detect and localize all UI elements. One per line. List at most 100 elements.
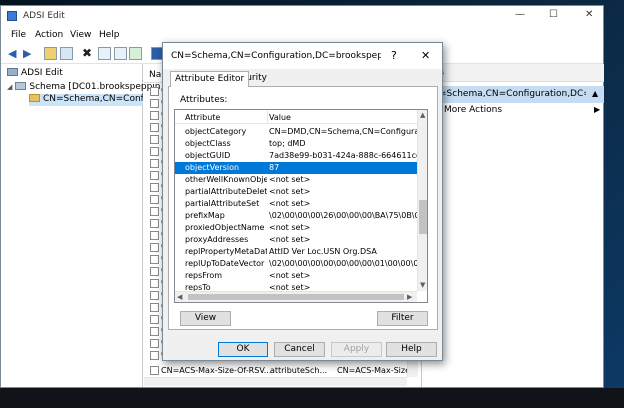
- class-icon: [150, 291, 159, 300]
- show-hide-tree-icon[interactable]: [60, 47, 73, 60]
- copy-icon[interactable]: [114, 47, 127, 60]
- column-divider[interactable]: [267, 110, 268, 124]
- attribute-name: objectGUID: [185, 151, 231, 160]
- dialog-close-button[interactable]: ✕: [421, 49, 430, 62]
- maximize-button[interactable]: ☐: [549, 9, 558, 20]
- window-title: ADSI Edit: [23, 11, 65, 21]
- attribute-name: partialAttributeSet: [185, 199, 260, 208]
- horizontal-scrollbar[interactable]: [144, 377, 407, 386]
- collapse-chevron-icon[interactable]: ◢: [7, 83, 12, 91]
- attribute-row[interactable]: partialAttributeSet <not set>: [175, 198, 417, 210]
- attribute-value: \02\00\00\00\26\00\00\00\BA\75\0B\00\: [269, 211, 417, 220]
- scroll-down-icon[interactable]: ▼: [420, 281, 425, 289]
- grid-horizontal-scrollbar[interactable]: ◀ ▶: [175, 291, 417, 302]
- filter-button[interactable]: Filter: [377, 311, 428, 326]
- attribute-row[interactable]: replPropertyMetaData AttID Ver Loc.USN Or…: [175, 246, 417, 258]
- attribute-value: 87: [269, 163, 280, 172]
- attribute-row[interactable]: partialAttributeDeletio...<not set>: [175, 186, 417, 198]
- attribute-row[interactable]: objectVersion 87: [175, 162, 417, 174]
- delete-icon[interactable]: ✖: [82, 46, 92, 60]
- schema-icon: [15, 82, 27, 90]
- attribute-value: <not set>: [269, 223, 311, 232]
- properties-dialog: CN=Schema,CN=Configuration,DC=brookspepp…: [162, 42, 443, 361]
- attribute-name: objectCategory: [185, 127, 247, 136]
- attribute-name: otherWellKnownObje...: [185, 175, 267, 184]
- view-button[interactable]: View: [180, 311, 231, 326]
- list-row-last[interactable]: CN=ACS-Max-Size-Of-RSV... attributeSch..…: [144, 365, 419, 377]
- refresh-icon[interactable]: [129, 47, 142, 60]
- attribute-name: objectClass: [185, 139, 231, 148]
- cancel-button[interactable]: Cancel: [274, 342, 325, 357]
- help-button[interactable]: Help: [386, 342, 437, 357]
- scroll-right-icon[interactable]: ▶: [407, 293, 412, 301]
- scroll-left-icon[interactable]: ◀: [177, 293, 182, 301]
- ok-button[interactable]: OK: [218, 342, 268, 357]
- attribute-row[interactable]: proxiedObjectName <not set>: [175, 222, 417, 234]
- scroll-up-icon[interactable]: ▲: [420, 111, 425, 119]
- collapse-up-icon[interactable]: ▲: [592, 89, 598, 98]
- menu-help[interactable]: Help: [99, 30, 120, 40]
- actions-selected-item[interactable]: CN=Schema,CN=Configuration,DC=broo... ▲: [422, 86, 604, 103]
- tree-item-schema[interactable]: ◢ Schema [DC01.brookspeppin: [7, 82, 160, 92]
- tree-root[interactable]: ADSI Edit: [7, 68, 63, 78]
- column-header-value[interactable]: Value: [269, 113, 291, 122]
- back-arrow-icon[interactable]: ◀: [8, 47, 16, 60]
- attribute-row[interactable]: objectCategory CN=DMD,CN=Schema,CN=Config…: [175, 126, 417, 138]
- attribute-row[interactable]: otherWellKnownObje... <not set>: [175, 174, 417, 186]
- attribute-row[interactable]: objectGUID 7ad38e99-b031-424a-888c-664611…: [175, 150, 417, 162]
- attribute-name: objectVersion: [185, 163, 240, 172]
- up-folder-icon[interactable]: [44, 47, 57, 60]
- menu-view[interactable]: View: [70, 30, 91, 40]
- class-icon: [150, 267, 159, 276]
- class-icon: [150, 231, 159, 240]
- attribute-value: <not set>: [269, 235, 311, 244]
- attribute-value: \02\00\00\00\00\00\00\00\01\00\00\00\: [269, 259, 417, 268]
- attribute-name: repsFrom: [185, 271, 223, 280]
- close-button[interactable]: ✕: [585, 9, 593, 20]
- attribute-name: replPropertyMetaData: [185, 247, 267, 256]
- class-icon: [150, 87, 159, 96]
- class-icon: [150, 366, 159, 375]
- window-titlebar: ADSI Edit — ☐ ✕: [1, 6, 603, 27]
- hscroll-thumb[interactable]: [188, 294, 404, 300]
- forward-arrow-icon[interactable]: ▶: [23, 47, 31, 60]
- attribute-row[interactable]: prefixMap \02\00\00\00\26\00\00\00\BA\75\…: [175, 210, 417, 222]
- minimize-button[interactable]: —: [515, 9, 525, 20]
- class-icon: [150, 351, 159, 360]
- attribute-row[interactable]: objectClass top; dMD: [175, 138, 417, 150]
- class-icon: [150, 327, 159, 336]
- dialog-help-button[interactable]: ?: [391, 49, 397, 62]
- tree-item-cn-schema[interactable]: CN=Schema,CN=Config: [29, 94, 143, 106]
- attribute-value: top; dMD: [269, 139, 306, 148]
- class-icon: [150, 159, 159, 168]
- tab-attribute-editor[interactable]: Attribute Editor: [170, 71, 250, 87]
- column-header-attribute[interactable]: Attribute: [185, 113, 220, 122]
- folder-icon: [29, 94, 40, 102]
- attribute-value: <not set>: [269, 271, 311, 280]
- grid-vertical-scrollbar[interactable]: ▲ ▼: [417, 110, 427, 291]
- scroll-thumb[interactable]: [419, 200, 427, 234]
- class-icon: [150, 255, 159, 264]
- apply-button[interactable]: Apply: [331, 342, 382, 357]
- class-icon: [150, 135, 159, 144]
- attribute-value: <not set>: [269, 187, 311, 196]
- attribute-name: partialAttributeDeletio...: [185, 187, 267, 196]
- dialog-titlebar: CN=Schema,CN=Configuration,DC=brookspepp…: [163, 43, 442, 69]
- attribute-value: <not set>: [269, 175, 311, 184]
- attribute-row[interactable]: proxyAddresses <not set>: [175, 234, 417, 246]
- class-icon: [150, 219, 159, 228]
- taskbar: [0, 388, 624, 408]
- tree-pane: ADSI Edit ◢ Schema [DC01.brookspeppin CN=…: [3, 64, 160, 387]
- app-icon: [7, 11, 17, 21]
- grid-header: Attribute Value: [175, 110, 417, 124]
- more-actions[interactable]: More Actions ▶: [422, 104, 604, 118]
- menu-file[interactable]: File: [11, 30, 26, 40]
- attribute-name: proxiedObjectName: [185, 223, 265, 232]
- menu-action[interactable]: Action: [35, 30, 63, 40]
- class-icon: [150, 303, 159, 312]
- adsi-root-icon: [7, 68, 18, 76]
- attribute-row[interactable]: repsFrom <not set>: [175, 270, 417, 282]
- attribute-row[interactable]: replUpToDateVector \02\00\00\00\00\00\00\…: [175, 258, 417, 270]
- dialog-title: CN=Schema,CN=Configuration,DC=brookspepp…: [171, 51, 381, 61]
- properties-icon[interactable]: [98, 47, 111, 60]
